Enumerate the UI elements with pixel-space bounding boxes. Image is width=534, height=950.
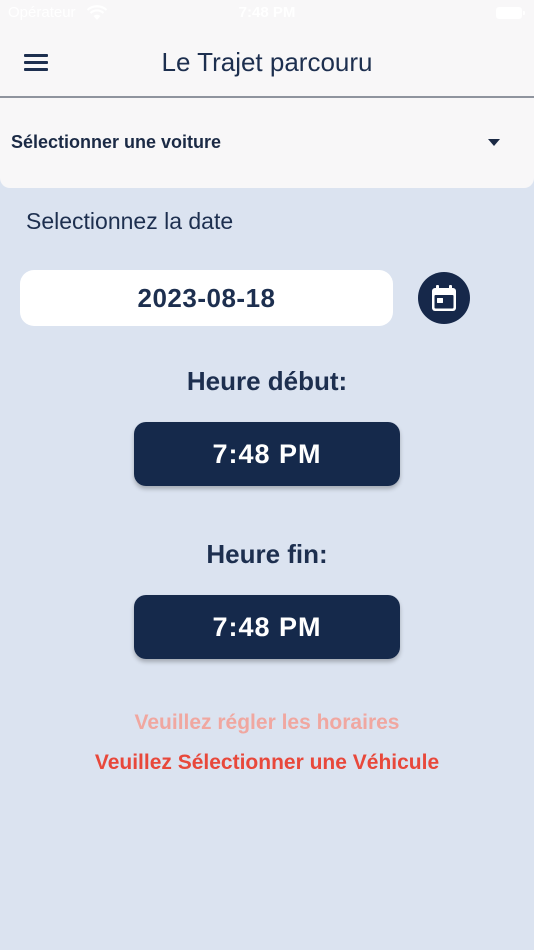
page-title: Le Trajet parcouru [161, 47, 373, 77]
date-prompt-label: Selectionnez la date [26, 208, 234, 234]
vehicle-select-dropdown[interactable]: Sélectionner une voiture [0, 98, 534, 188]
battery-icon [496, 7, 525, 19]
vehicle-select-label: Sélectionner une voiture [11, 132, 222, 152]
calendar-button[interactable] [418, 272, 470, 324]
end-time-label: Heure fin: [206, 539, 328, 569]
dropdown-arrow-icon [488, 139, 500, 146]
navigation-bar: Le Trajet parcouru [0, 28, 534, 98]
date-input[interactable]: 2023-08-18 [20, 270, 393, 326]
status-bar: Opérateur 7:48 PM [0, 0, 534, 28]
start-time-button[interactable]: 7:48 PM [134, 422, 400, 486]
end-time-button[interactable]: 7:48 PM [134, 595, 400, 659]
start-time-label: Heure début: [186, 366, 348, 396]
calendar-icon [432, 285, 456, 311]
schedule-warning-message: Veuillez régler les horaires [134, 711, 400, 734]
status-time: 7:48 PM [238, 4, 296, 21]
vehicle-warning-message: Veuillez Sélectionner une Véhicule [94, 751, 440, 774]
